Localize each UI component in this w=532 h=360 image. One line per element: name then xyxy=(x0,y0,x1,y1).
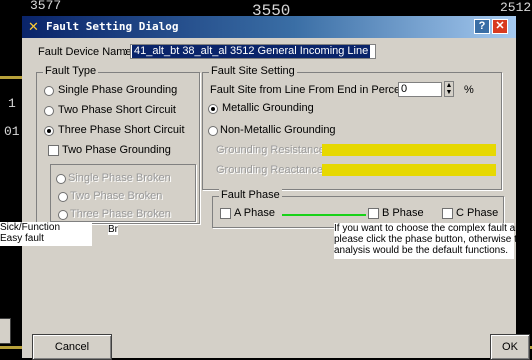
radio-circle[interactable] xyxy=(58,210,68,220)
grounding-resistance-input[interactable] xyxy=(322,144,496,156)
checkbox-label: Two Phase Grounding xyxy=(62,144,171,156)
fault-type-title: Fault Type xyxy=(43,65,99,77)
radio-label: Single Phase Broken xyxy=(68,172,171,184)
bg-number: 2512 xyxy=(500,0,532,15)
radio-circle[interactable] xyxy=(58,192,68,202)
checkbox-box[interactable] xyxy=(48,145,59,156)
help-note-line: analysis would be the default functions. xyxy=(334,245,508,256)
distance-value: 0 xyxy=(401,83,408,95)
radio-circle[interactable] xyxy=(56,174,66,184)
ok-button[interactable]: OK xyxy=(490,334,530,360)
grounding-reactance-input[interactable] xyxy=(322,164,496,176)
radio-circle[interactable] xyxy=(208,104,218,114)
close-button[interactable]: ✕ xyxy=(492,19,508,34)
grounding-resistance-label: Grounding Resistance xyxy=(216,144,325,156)
help-button[interactable]: ? xyxy=(474,19,490,34)
left-overlay-line: Sick/Function xyxy=(0,222,61,233)
device-label-colon: : xyxy=(124,46,128,58)
fault-setting-dialog: ✕ Fault Setting Dialog ? ✕ Fault Device … xyxy=(22,16,532,360)
checkbox-box[interactable] xyxy=(368,208,379,219)
distance-unit: % xyxy=(464,84,474,96)
radio-label: Single Phase Grounding xyxy=(58,84,178,96)
cancel-button[interactable]: Cancel xyxy=(32,334,112,360)
checkbox-label: B Phase xyxy=(382,207,424,219)
left-overlay-frame xyxy=(0,318,11,344)
checkbox-box[interactable] xyxy=(442,208,453,219)
radio-label: Two Phase Broken xyxy=(70,190,163,202)
bus-line xyxy=(0,76,22,79)
fault-phase-title: Fault Phase xyxy=(219,189,282,201)
radio-circle[interactable] xyxy=(44,106,54,116)
fault-site-title: Fault Site Setting xyxy=(209,65,297,77)
left-overlay-line: Easy fault xyxy=(0,233,44,244)
radio-label: Non-Metallic Grounding xyxy=(220,124,336,136)
app-icon: ✕ xyxy=(28,19,39,34)
checkbox-label: C Phase xyxy=(456,207,499,219)
dialog-title: Fault Setting Dialog xyxy=(46,20,179,33)
radio-label: Three Phase Short Circuit xyxy=(58,124,185,136)
radio-circle[interactable] xyxy=(44,86,54,96)
bg-number: 01 xyxy=(4,124,20,139)
distance-spinner[interactable]: ▲ ▼ xyxy=(444,81,454,97)
help-note-line: please click the phase button, otherwise… xyxy=(334,234,529,245)
title-bar[interactable]: ✕ Fault Setting Dialog ? ✕ xyxy=(22,16,516,38)
radio-circle[interactable] xyxy=(44,126,54,136)
radio-label: Two Phase Short Circuit xyxy=(58,104,176,116)
green-line xyxy=(282,214,366,216)
radio-label: Three Phase Broken xyxy=(70,208,171,220)
device-label: Fault Device Name xyxy=(38,46,132,58)
device-name-field[interactable]: 41_alt_bt 38_alt_al 3512 General Incomin… xyxy=(130,44,376,59)
radio-label: Metallic Grounding xyxy=(222,102,314,114)
device-name-value: 41_alt_bt 38_alt_al 3512 General Incomin… xyxy=(132,45,371,58)
checkbox-box[interactable] xyxy=(220,208,231,219)
checkbox-label: A Phase xyxy=(234,207,275,219)
distance-input[interactable]: 0 xyxy=(398,82,442,97)
left-overlay: Sick/Function Easy fault xyxy=(0,222,92,246)
distance-label: Fault Site from Line From End in Percent xyxy=(210,84,410,96)
help-note: If you want to choose the complex fault … xyxy=(334,223,532,259)
grounding-reactance-label: Grounding Reactance xyxy=(216,164,324,176)
bg-number: 1 xyxy=(8,96,16,111)
bg-number: 3577 xyxy=(30,0,62,13)
radio-circle[interactable] xyxy=(208,126,218,136)
help-note-line: If you want to choose the complex fault … xyxy=(334,223,532,234)
left-overlay-mid: Br xyxy=(108,224,118,235)
